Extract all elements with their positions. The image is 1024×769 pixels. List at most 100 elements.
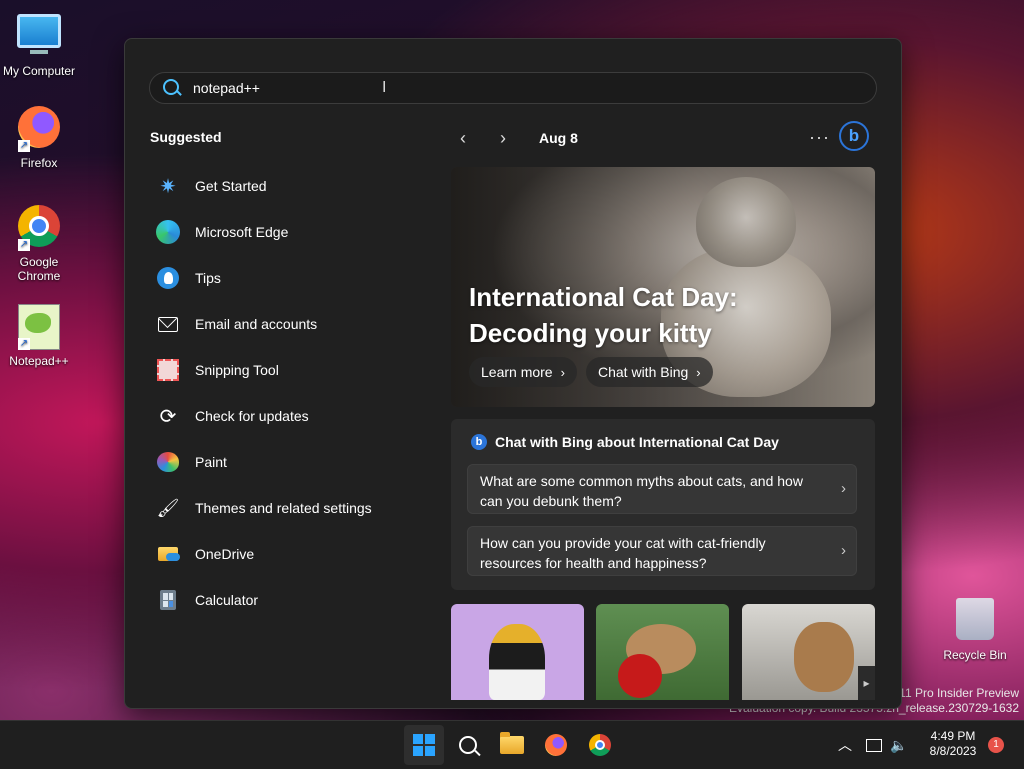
chevron-left-icon[interactable]: ‹	[455, 128, 471, 148]
chevron-right-icon: ›	[696, 365, 701, 380]
suggested-item-label: Get Started	[195, 178, 267, 194]
start-button[interactable]	[404, 725, 444, 765]
recycle-bin-icon	[952, 598, 998, 644]
desktop-icon-label: Notepad++	[9, 354, 69, 368]
edge-icon	[155, 219, 181, 245]
highlights-date: Aug 8	[539, 130, 578, 146]
desktop-icon-recycle-bin[interactable]: Recycle Bin	[936, 598, 1014, 662]
desktop-icon-label: Google Chrome	[17, 255, 61, 283]
notepad-plus-plus-icon: ↗	[16, 304, 62, 350]
scroll-right-icon[interactable]: ▸	[858, 666, 875, 700]
search-icon	[163, 79, 179, 95]
taskbar-search-button[interactable]	[448, 725, 488, 765]
chevron-right-icon[interactable]: ›	[495, 128, 511, 148]
taskbar: ︿ 🔈 4:49 PM 8/8/2023 1	[0, 720, 1024, 769]
notification-badge[interactable]: 1	[988, 737, 1004, 753]
chrome-icon: ↗	[16, 205, 62, 251]
chat-question-2[interactable]: How can you provide your cat with cat-fr…	[467, 526, 857, 576]
suggested-item-label: Themes and related settings	[195, 500, 372, 516]
suggested-item-label: Calculator	[195, 592, 259, 608]
chat-with-bing-button[interactable]: Chat with Bing ›	[586, 357, 713, 387]
suggested-item-get-started[interactable]: ✷ Get Started	[155, 163, 425, 209]
get-started-icon: ✷	[159, 175, 177, 198]
learn-more-label: Learn more	[481, 364, 553, 380]
firefox-icon	[545, 734, 567, 756]
chat-with-bing-label: Chat with Bing	[598, 364, 689, 380]
clock-date: 8/8/2023	[929, 744, 977, 758]
suggested-item-label: Tips	[195, 270, 221, 286]
taskbar-firefox[interactable]	[536, 725, 576, 765]
suggested-heading: Suggested	[150, 129, 222, 145]
suggested-item-label: Microsoft Edge	[195, 224, 289, 240]
more-options-button[interactable]: ···	[809, 127, 830, 148]
taskbar-file-explorer[interactable]	[492, 725, 532, 765]
suggested-item-onedrive[interactable]: OneDrive	[155, 531, 425, 577]
date-navigation: ‹ › Aug 8	[455, 125, 578, 151]
desktop-icon-google-chrome[interactable]: ↗ Google Chrome	[0, 203, 78, 283]
brush-icon: 🖌	[156, 497, 180, 518]
refresh-icon: ⟳	[159, 405, 177, 428]
snipping-tool-icon	[155, 357, 181, 383]
desktop-icon-label: Recycle Bin	[943, 648, 1007, 662]
bing-chat-card: b Chat with Bing about International Cat…	[451, 419, 875, 590]
firefox-icon: ↗	[16, 106, 62, 152]
suggested-item-check-for-updates[interactable]: ⟳ Check for updates	[155, 393, 425, 439]
clock[interactable]: 4:49 PM 8/8/2023	[920, 729, 986, 759]
learn-more-button[interactable]: Learn more ›	[469, 357, 577, 387]
suggested-item-label: Paint	[195, 454, 227, 470]
suggested-item-paint[interactable]: Paint	[155, 439, 425, 485]
hero-card[interactable]: International Cat Day: Decoding your kit…	[451, 167, 875, 407]
chrome-icon	[589, 734, 611, 756]
taskbar-chrome[interactable]	[580, 725, 620, 765]
folder-icon	[500, 732, 524, 754]
chat-question-1[interactable]: What are some common myths about cats, a…	[467, 464, 857, 514]
suggested-item-label: Snipping Tool	[195, 362, 279, 378]
desktop-icon-my-computer[interactable]: My Computer	[0, 8, 78, 78]
chevron-right-icon: ›	[560, 365, 565, 380]
watermark-edition: s 11 Pro Insider Preview	[889, 686, 1019, 700]
chat-question-text: What are some common myths about cats, a…	[480, 473, 803, 509]
chevron-up-icon[interactable]: ︿	[838, 735, 852, 755]
suggested-item-email-and-accounts[interactable]: Email and accounts	[155, 301, 425, 347]
bing-icon: b	[471, 434, 487, 450]
desktop-icon-label: My Computer	[2, 64, 76, 78]
suggested-item-label: Check for updates	[195, 408, 309, 424]
network-icon[interactable]	[866, 738, 882, 752]
suggested-item-label: Email and accounts	[195, 316, 318, 332]
thumbnail-cat-helmet[interactable]	[451, 604, 584, 700]
onedrive-icon	[155, 541, 181, 567]
text-cursor-icon: I	[382, 79, 387, 96]
hero-title: International Cat Day: Decoding your kit…	[469, 282, 738, 348]
paint-icon	[155, 449, 181, 475]
desktop-icon-label: Firefox	[20, 156, 58, 170]
suggested-item-themes-and-related-settings[interactable]: 🖌 Themes and related settings	[155, 485, 425, 531]
windows-logo-icon	[413, 734, 435, 756]
calculator-icon	[155, 587, 181, 613]
suggested-item-calculator[interactable]: Calculator	[155, 577, 425, 623]
image-thumbnails: ▸	[451, 604, 875, 700]
search-box[interactable]: I	[149, 72, 877, 104]
desktop-icon-notepad-plus-plus[interactable]: ↗ Notepad++	[0, 304, 78, 368]
system-tray: ︿ 🔈	[838, 721, 907, 769]
search-input[interactable]	[193, 73, 593, 103]
mail-icon	[155, 311, 181, 337]
tips-icon	[155, 265, 181, 291]
chat-question-text: How can you provide your cat with cat-fr…	[480, 535, 766, 571]
suggested-item-tips[interactable]: Tips	[155, 255, 425, 301]
bing-button[interactable]: b	[839, 121, 869, 151]
chat-heading: b Chat with Bing about International Cat…	[471, 434, 779, 450]
suggested-list: ✷ Get Started Microsoft Edge Tips Email …	[155, 163, 425, 623]
chevron-right-icon: ›	[841, 542, 846, 559]
clock-time: 4:49 PM	[930, 729, 976, 743]
thumbnail-kitten-apple[interactable]	[596, 604, 729, 700]
suggested-item-microsoft-edge[interactable]: Microsoft Edge	[155, 209, 425, 255]
suggested-item-label: OneDrive	[195, 546, 255, 562]
desktop-icon-firefox[interactable]: ↗ Firefox	[0, 104, 78, 170]
computer-icon	[16, 14, 62, 60]
search-icon	[459, 736, 477, 754]
chat-heading-text: Chat with Bing about International Cat D…	[495, 434, 779, 450]
volume-icon[interactable]: 🔈	[890, 737, 907, 754]
suggested-item-snipping-tool[interactable]: Snipping Tool	[155, 347, 425, 393]
search-panel: I Suggested ✷ Get Started Microsoft Edge…	[124, 38, 902, 709]
thumbnail-kitten-book[interactable]	[742, 604, 875, 700]
